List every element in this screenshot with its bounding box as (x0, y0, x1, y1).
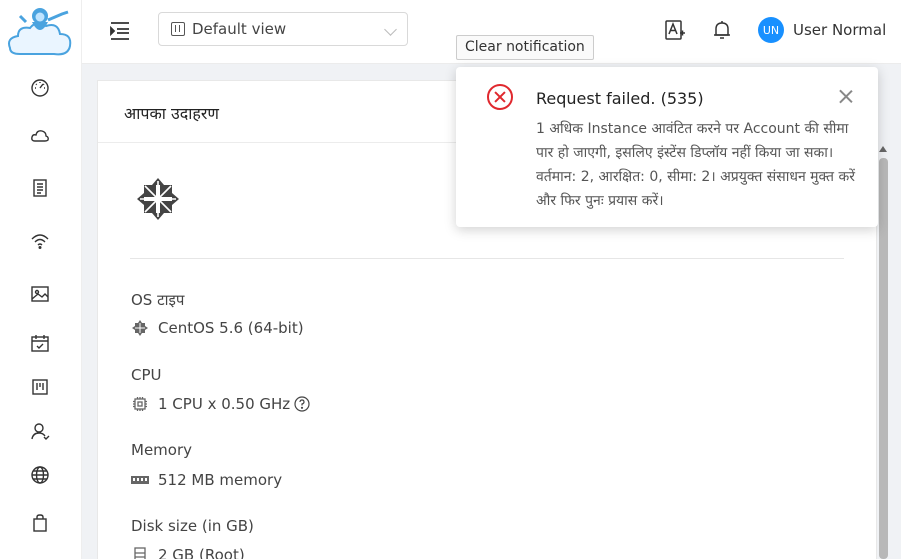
nav-storage[interactable] (27, 175, 53, 201)
os-type-label: OS टाइप (131, 291, 185, 309)
cpu-label: CPU (131, 366, 162, 384)
memory-value: 512 MB memory (131, 471, 282, 489)
scrollbar-thumb[interactable] (879, 158, 888, 559)
chevron-down-icon (384, 23, 397, 36)
nav-compute[interactable] (27, 123, 53, 149)
view-select[interactable]: Default view (158, 12, 408, 46)
avatar[interactable]: UN (758, 17, 784, 43)
question-circle-icon[interactable] (294, 396, 310, 412)
error-notification: Request failed. (535) 1 अधिक Instance आव… (456, 67, 878, 227)
disk-size-value: 2 GB (Root) (131, 546, 245, 559)
bell-icon[interactable] (711, 19, 733, 41)
disk-size-text: 2 GB (Root) (158, 546, 245, 559)
nav-zones[interactable] (27, 462, 53, 488)
centos-small-icon (132, 320, 148, 336)
nav-network[interactable] (27, 228, 53, 254)
hdd-icon (134, 547, 146, 559)
cloud-icon (31, 130, 49, 142)
project-icon (32, 379, 48, 395)
globe-icon (31, 466, 49, 484)
bag-icon (33, 514, 47, 532)
nav-images[interactable] (27, 281, 53, 307)
nav-marketplace[interactable] (27, 510, 53, 536)
memory-icon (131, 476, 149, 484)
view-select-value: Default view (192, 20, 287, 38)
logo[interactable] (4, 2, 78, 60)
notification-message: 1 अधिक Instance आवंटित करने पर Account क… (536, 121, 855, 209)
centos-logo-icon (137, 178, 179, 220)
nav-projects[interactable] (27, 374, 53, 400)
network-icon (31, 234, 49, 249)
notification-title: Request failed. (535) (536, 89, 704, 108)
os-type-text: CentOS 5.6 (64-bit) (158, 319, 304, 337)
cpu-value: 1 CPU x 0.50 GHz (131, 395, 310, 413)
nav-events[interactable] (27, 330, 53, 356)
nav-accounts[interactable] (27, 418, 53, 444)
disk-size-label: Disk size (in GB) (131, 517, 254, 535)
cpu-text: 1 CPU x 0.50 GHz (158, 395, 291, 413)
dashboard-icon (31, 79, 49, 97)
template-icon (33, 179, 47, 197)
image-icon (31, 286, 49, 302)
event-icon (31, 335, 49, 352)
user-name[interactable]: User Normal (793, 21, 886, 39)
users-icon (31, 423, 50, 440)
card-title: आपका उदाहरण (124, 104, 219, 123)
memory-text: 512 MB memory (158, 471, 283, 489)
translate-icon[interactable] (664, 19, 686, 41)
layout-icon (171, 22, 185, 36)
close-icon[interactable] (838, 88, 854, 104)
nav-dashboard[interactable] (27, 75, 53, 101)
section-divider (130, 258, 844, 259)
memory-label: Memory (131, 441, 193, 459)
close-circle-icon (487, 84, 513, 110)
cpu-icon (133, 397, 147, 411)
sidebar (0, 0, 82, 559)
menu-fold-icon[interactable] (108, 19, 132, 43)
clear-notification-tooltip: Clear notification (456, 35, 594, 60)
os-type-value: CentOS 5.6 (64-bit) (131, 319, 304, 337)
scroll-up-arrow[interactable] (879, 146, 887, 152)
